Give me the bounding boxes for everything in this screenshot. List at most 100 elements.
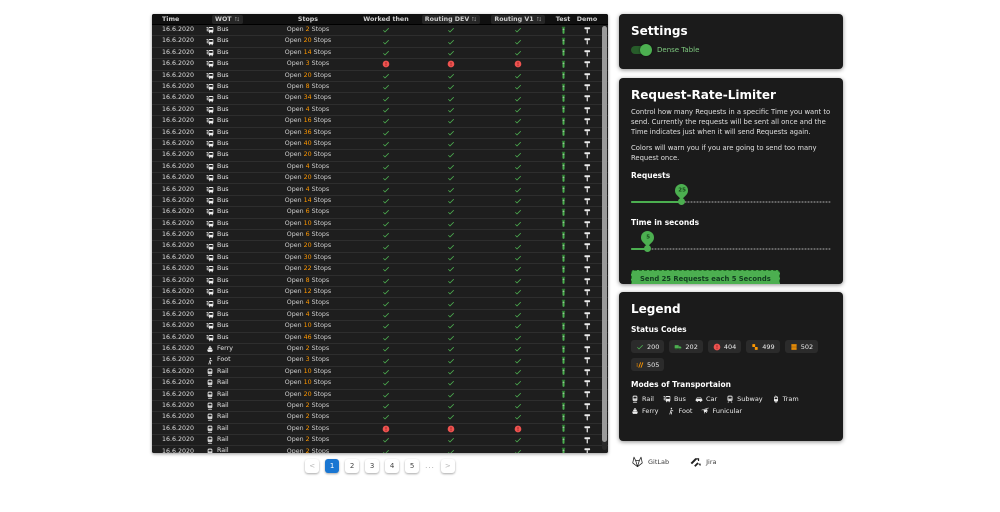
demo-button[interactable] — [576, 436, 598, 445]
run-test-button[interactable] — [550, 322, 576, 331]
run-test-button[interactable] — [550, 288, 576, 297]
demo-button[interactable] — [576, 242, 598, 251]
demo-button[interactable] — [576, 174, 598, 183]
run-test-button[interactable] — [550, 231, 576, 240]
demo-button[interactable] — [576, 379, 598, 388]
run-test-button[interactable] — [550, 48, 576, 57]
run-test-button[interactable] — [550, 151, 576, 160]
demo-button[interactable] — [576, 322, 598, 331]
demo-button[interactable] — [576, 72, 598, 81]
slider-thumb[interactable] — [644, 245, 651, 252]
demo-button[interactable] — [576, 208, 598, 217]
run-test-button[interactable] — [550, 83, 576, 92]
demo-button[interactable] — [576, 265, 598, 274]
table-scrollbar[interactable] — [602, 26, 607, 450]
prev-page-button[interactable]: < — [305, 459, 319, 473]
demo-button[interactable] — [576, 333, 598, 342]
run-test-button[interactable] — [550, 60, 576, 69]
demo-button[interactable] — [576, 299, 598, 308]
run-test-button[interactable] — [550, 128, 576, 137]
slider-thumb[interactable] — [678, 198, 685, 205]
demo-button[interactable] — [576, 447, 598, 453]
run-test-button[interactable] — [550, 367, 576, 376]
demo-button[interactable] — [576, 128, 598, 137]
run-test-button[interactable] — [550, 140, 576, 149]
slider-track[interactable] — [631, 248, 831, 250]
demo-button[interactable] — [576, 390, 598, 399]
jira-link[interactable]: Jira — [689, 455, 716, 468]
run-test-button[interactable] — [550, 174, 576, 183]
demo-button[interactable] — [576, 197, 598, 206]
page-button-1[interactable]: 1 — [325, 459, 339, 473]
demo-button[interactable] — [576, 26, 598, 35]
page-button-2[interactable]: 2 — [345, 459, 359, 473]
demo-button[interactable] — [576, 117, 598, 126]
run-test-button[interactable] — [550, 345, 576, 354]
run-test-button[interactable] — [550, 197, 576, 206]
run-test-button[interactable] — [550, 436, 576, 445]
send-requests-button[interactable]: Send 25 Requests each 5 Seconds — [631, 270, 780, 284]
run-test-button[interactable] — [550, 242, 576, 251]
run-test-button[interactable] — [550, 185, 576, 194]
run-test-button[interactable] — [550, 254, 576, 263]
demo-button[interactable] — [576, 185, 598, 194]
demo-button[interactable] — [576, 163, 598, 172]
run-test-button[interactable] — [550, 105, 576, 114]
run-test-button[interactable] — [550, 424, 576, 433]
run-test-button[interactable] — [550, 265, 576, 274]
page-button-5[interactable]: 5 — [405, 459, 419, 473]
demo-button[interactable] — [576, 413, 598, 422]
demo-button[interactable] — [576, 311, 598, 320]
demo-button[interactable] — [576, 151, 598, 160]
demo-button[interactable] — [576, 106, 598, 115]
demo-button[interactable] — [576, 345, 598, 354]
demo-button[interactable] — [576, 220, 598, 229]
slider-track[interactable] — [631, 201, 831, 203]
next-page-button[interactable]: > — [441, 459, 455, 473]
run-test-button[interactable] — [550, 162, 576, 171]
demo-button[interactable] — [576, 402, 598, 411]
run-test-button[interactable] — [550, 447, 576, 453]
demo-button[interactable] — [576, 83, 598, 92]
run-test-button[interactable] — [550, 356, 576, 365]
requests-slider[interactable]: 25 — [631, 182, 831, 210]
run-test-button[interactable] — [550, 413, 576, 422]
run-test-button[interactable] — [550, 117, 576, 126]
column-header-wot[interactable]: WOT — [202, 15, 260, 24]
demo-button[interactable] — [576, 356, 598, 365]
demo-button[interactable] — [576, 277, 598, 286]
run-test-button[interactable] — [550, 37, 576, 46]
run-test-button[interactable] — [550, 333, 576, 342]
run-test-button[interactable] — [550, 276, 576, 285]
run-test-button[interactable] — [550, 390, 576, 399]
run-test-button[interactable] — [550, 71, 576, 80]
run-test-button[interactable] — [550, 219, 576, 228]
demo-button[interactable] — [576, 60, 598, 69]
column-label: Test — [556, 16, 571, 23]
run-test-button[interactable] — [550, 208, 576, 217]
run-test-button[interactable] — [550, 310, 576, 319]
demo-button[interactable] — [576, 368, 598, 377]
run-test-button[interactable] — [550, 26, 576, 35]
demo-button[interactable] — [576, 140, 598, 149]
demo-button[interactable] — [576, 49, 598, 58]
column-header-routing-dev[interactable]: Routing DEV — [416, 15, 486, 24]
time-slider[interactable]: 5 — [631, 229, 831, 257]
demo-button[interactable] — [576, 425, 598, 434]
cell-stops: Open 36 Stops — [260, 130, 356, 136]
page-button-4[interactable]: 4 — [385, 459, 399, 473]
gitlab-link[interactable]: GitLab — [631, 455, 669, 468]
run-test-button[interactable] — [550, 402, 576, 411]
demo-button[interactable] — [576, 37, 598, 46]
demo-button[interactable] — [576, 231, 598, 240]
scrollbar-thumb[interactable] — [602, 26, 607, 442]
demo-button[interactable] — [576, 254, 598, 263]
run-test-button[interactable] — [550, 299, 576, 308]
run-test-button[interactable] — [550, 379, 576, 388]
run-test-button[interactable] — [550, 94, 576, 103]
demo-button[interactable] — [576, 94, 598, 103]
column-header-routing-v1[interactable]: Routing V1 — [486, 15, 550, 24]
demo-button[interactable] — [576, 288, 598, 297]
dense-table-toggle[interactable] — [631, 46, 651, 54]
page-button-3[interactable]: 3 — [365, 459, 379, 473]
